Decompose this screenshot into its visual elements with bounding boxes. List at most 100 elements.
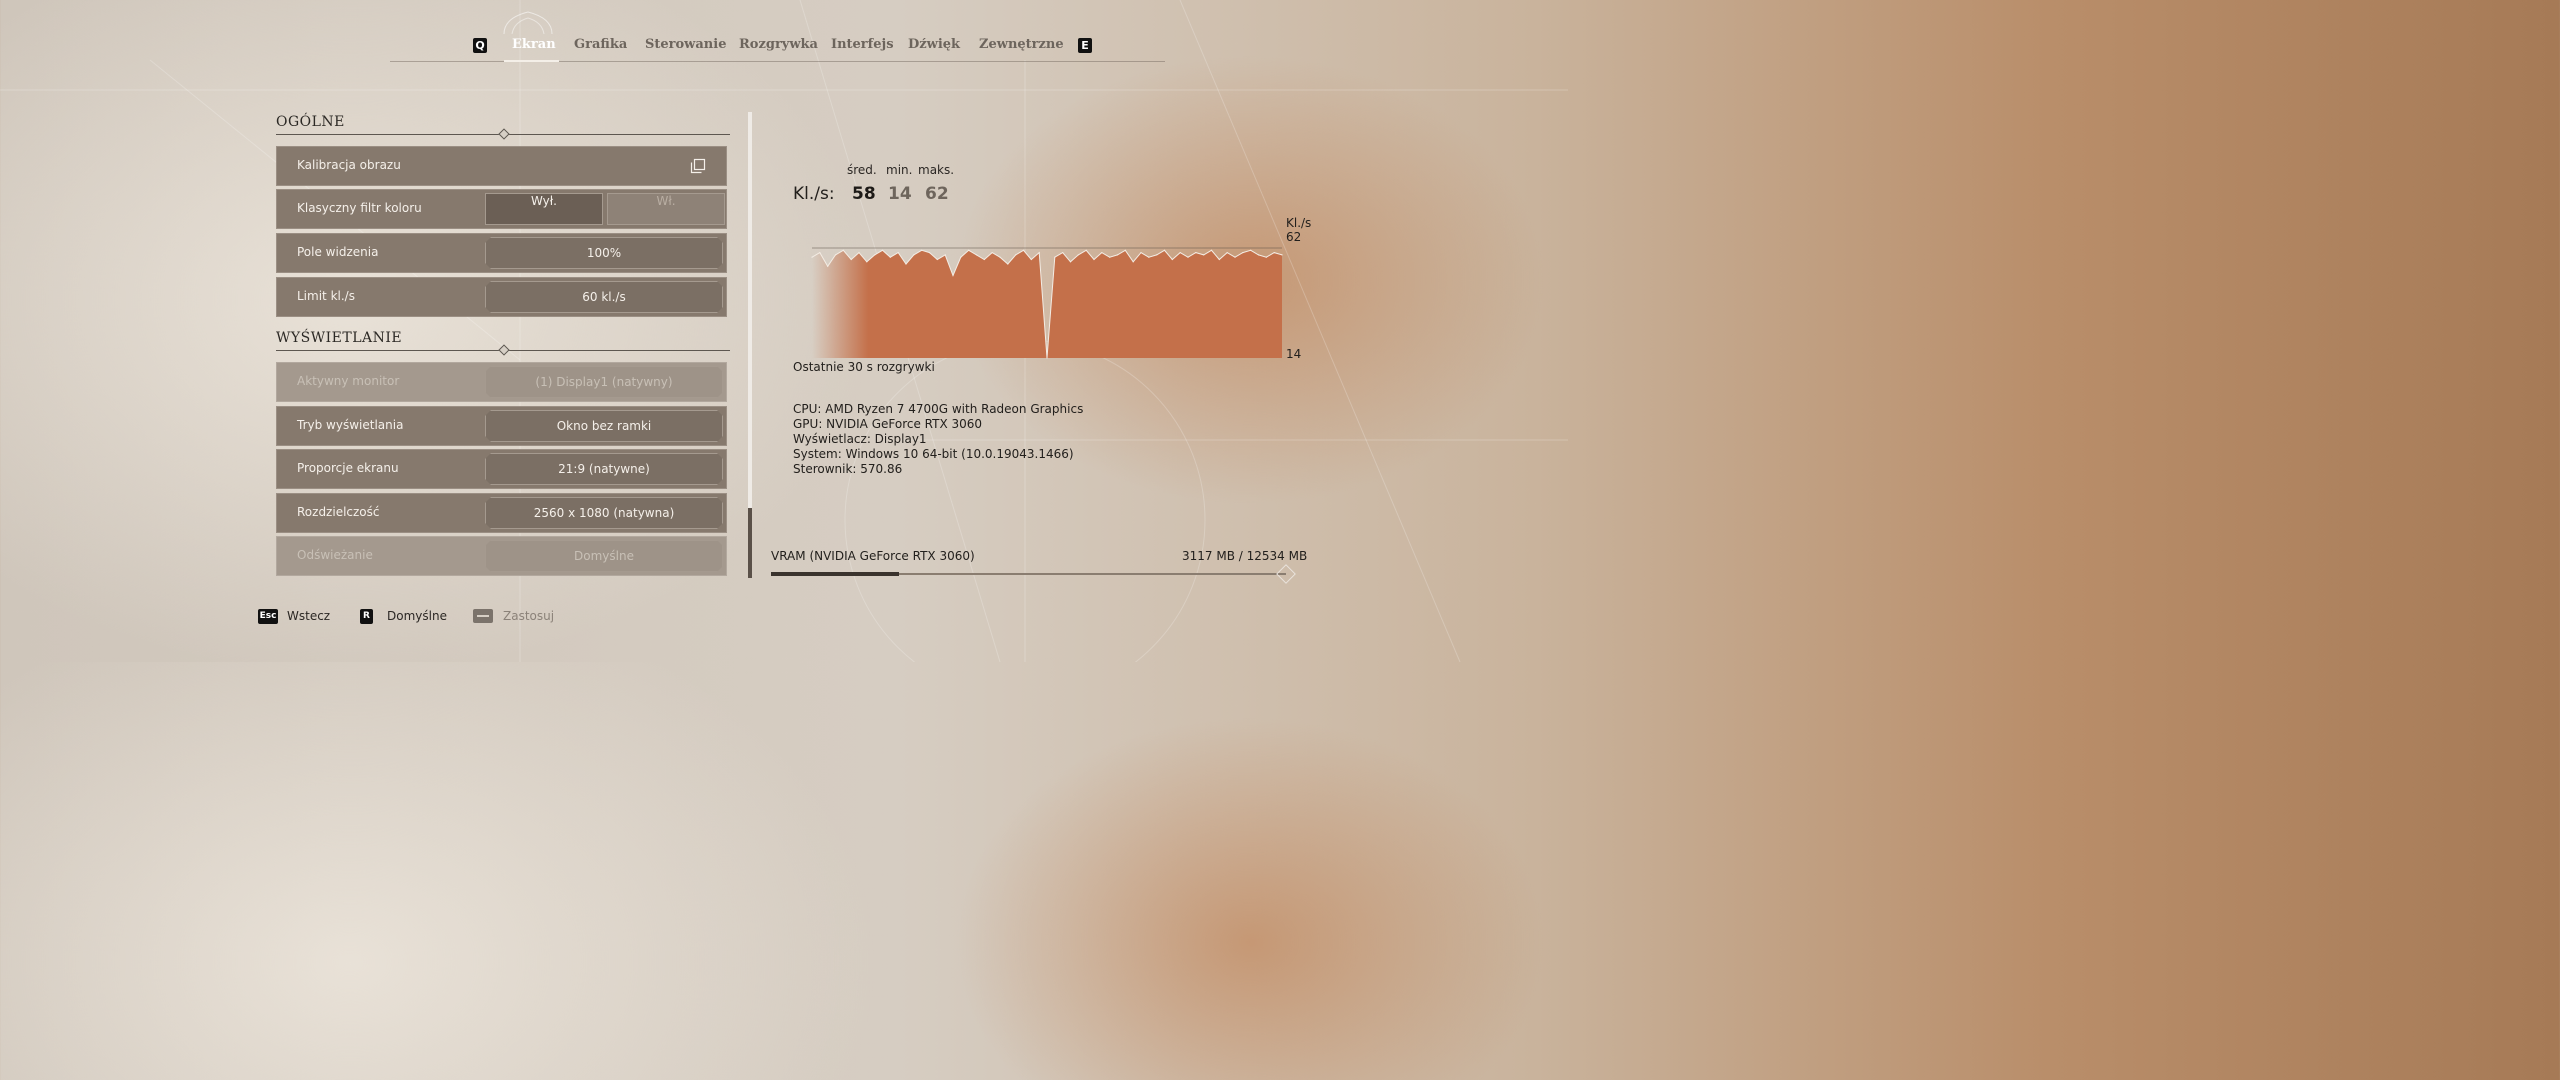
tab-zewnetrzne[interactable]: Zewnętrzne — [979, 37, 1064, 52]
setting-row-display-mode: Tryb wyświetlania Okno bez ramki — [276, 406, 727, 446]
fps-point — [1030, 258, 1032, 261]
gpu-info: GPU: NVIDIA GeForce RTX 3060 — [793, 417, 983, 431]
setting-label: Limit kl./s — [297, 289, 355, 303]
setting-label: Odświeżanie — [297, 548, 373, 562]
esc-key-icon: Esc — [258, 609, 278, 624]
e-key-hint[interactable]: E — [1078, 38, 1092, 53]
defaults-button[interactable]: Domyślne — [387, 609, 447, 623]
setting-label: Pole widzenia — [297, 245, 379, 259]
resolution-selector[interactable]: 2560 x 1080 (natywna) — [485, 497, 723, 529]
fps-point — [1132, 261, 1134, 263]
fps-point — [999, 256, 1001, 258]
fps-label: Kl./s: — [793, 184, 835, 204]
display-info: Wyświetlacz: Display1 — [793, 432, 927, 446]
fps-point — [1265, 256, 1267, 258]
chart-caption: Ostatnie 30 s rozgrywki — [793, 360, 935, 374]
fps-point — [1022, 249, 1025, 251]
fps-point — [1187, 256, 1189, 258]
tab-ekran[interactable]: Ekran — [512, 37, 556, 52]
fps-point — [874, 254, 876, 256]
tab-interfejs[interactable]: Interfejs — [831, 37, 894, 52]
fps-point — [881, 249, 884, 251]
fps-point — [834, 254, 837, 256]
fps-point — [1007, 263, 1009, 265]
setting-label: Tryb wyświetlania — [297, 418, 404, 432]
fps-point — [1069, 261, 1072, 263]
apply-button[interactable]: Zastosuj — [503, 609, 554, 623]
os-info: System: Windows 10 64-bit (10.0.19043.14… — [793, 447, 1074, 461]
setting-label: Rozdzielczość — [297, 505, 380, 519]
fps-avg-value: 58 — [852, 184, 876, 204]
fps-point — [842, 249, 844, 251]
fps-point — [983, 258, 985, 261]
chart-min-tick: 14 — [1286, 347, 1302, 361]
fps-point — [1257, 254, 1260, 256]
fps-point — [921, 249, 923, 251]
copy-icon — [690, 158, 706, 174]
setting-label: Proporcje ekranu — [297, 461, 399, 475]
fps-point — [1203, 254, 1205, 256]
back-button[interactable]: Wstecz — [287, 609, 330, 623]
spacebar-key-icon — [473, 609, 493, 623]
fps-point — [936, 258, 938, 261]
monitor-selector: (1) Display1 (natywny) — [485, 366, 723, 398]
fps-point — [1101, 252, 1103, 254]
fps-point — [928, 252, 931, 254]
setting-row-resolution: Rozdzielczość 2560 x 1080 (natywna) — [276, 493, 727, 533]
min-header: min. — [886, 163, 913, 177]
fps-point — [952, 274, 954, 277]
fps-point — [1179, 252, 1181, 254]
section-display-title: WYŚWIETLANIE — [276, 330, 403, 346]
tab-dzwiek[interactable]: Dźwięk — [908, 37, 960, 52]
fps-point — [1038, 252, 1040, 254]
cpu-info: CPU: AMD Ryzen 7 4700G with Radeon Graph… — [793, 402, 1084, 416]
avg-header: śred. — [847, 163, 877, 177]
fps-limit-selector[interactable]: 60 kl./s — [485, 281, 723, 313]
display-mode-selector[interactable]: Okno bez ramki — [485, 410, 723, 442]
setting-row-color-filter: Klasyczny filtr koloru Wył. Wł. — [276, 189, 727, 229]
fps-point — [1210, 249, 1213, 251]
fps-point — [1242, 252, 1244, 254]
fps-chart — [811, 247, 1283, 359]
settings-scrollbar-thumb[interactable] — [748, 508, 752, 578]
chart-max-tick: 62 — [1286, 230, 1302, 244]
chart-unit-label: Kl./s — [1286, 216, 1312, 230]
fps-point — [960, 256, 962, 258]
fps-point — [1140, 252, 1142, 254]
setting-row-calibration[interactable]: Kalibracja obrazu — [276, 146, 727, 186]
q-key-hint[interactable]: Q — [473, 38, 487, 53]
fps-point — [905, 263, 907, 265]
color-filter-off-option[interactable]: Wył. — [485, 193, 603, 225]
nav-ornament-icon — [503, 11, 553, 34]
fps-point — [897, 252, 899, 254]
fps-point — [991, 252, 993, 254]
setting-label: Kalibracja obrazu — [297, 158, 401, 172]
fps-point — [819, 252, 821, 254]
color-filter-on-option[interactable]: Wł. — [607, 193, 725, 225]
setting-row-fov: Pole widzenia 100% — [276, 233, 727, 273]
fps-point — [1171, 258, 1173, 261]
setting-row-aspect: Proporcje ekranu 21:9 (natywne) — [276, 449, 727, 489]
fps-point — [1148, 256, 1150, 258]
fps-point — [1226, 252, 1228, 254]
tab-rozgrywka[interactable]: Rozgrywka — [739, 37, 818, 52]
fps-point — [1109, 256, 1111, 258]
fps-point — [1281, 254, 1283, 256]
tab-sterowanie[interactable]: Sterowanie — [645, 37, 726, 52]
fps-min-value: 14 — [888, 184, 912, 204]
fps-point — [1156, 254, 1158, 256]
fps-point — [1218, 258, 1220, 261]
fps-area — [812, 250, 1282, 358]
fps-point — [1085, 249, 1087, 251]
setting-row-monitor: Aktywny monitor (1) Display1 (natywny) — [276, 362, 727, 402]
fps-point — [811, 256, 813, 258]
driver-info: Sterownik: 570.86 — [793, 462, 903, 476]
tab-grafika[interactable]: Grafika — [574, 37, 627, 52]
fps-point — [1234, 256, 1236, 258]
fps-point — [968, 249, 970, 251]
fov-selector[interactable]: 100% — [485, 237, 723, 269]
vram-label: VRAM (NVIDIA GeForce RTX 3060) — [771, 549, 975, 563]
setting-label: Klasyczny filtr koloru — [297, 201, 422, 215]
aspect-selector[interactable]: 21:9 (natywne) — [485, 453, 723, 485]
fps-point — [1062, 252, 1064, 254]
